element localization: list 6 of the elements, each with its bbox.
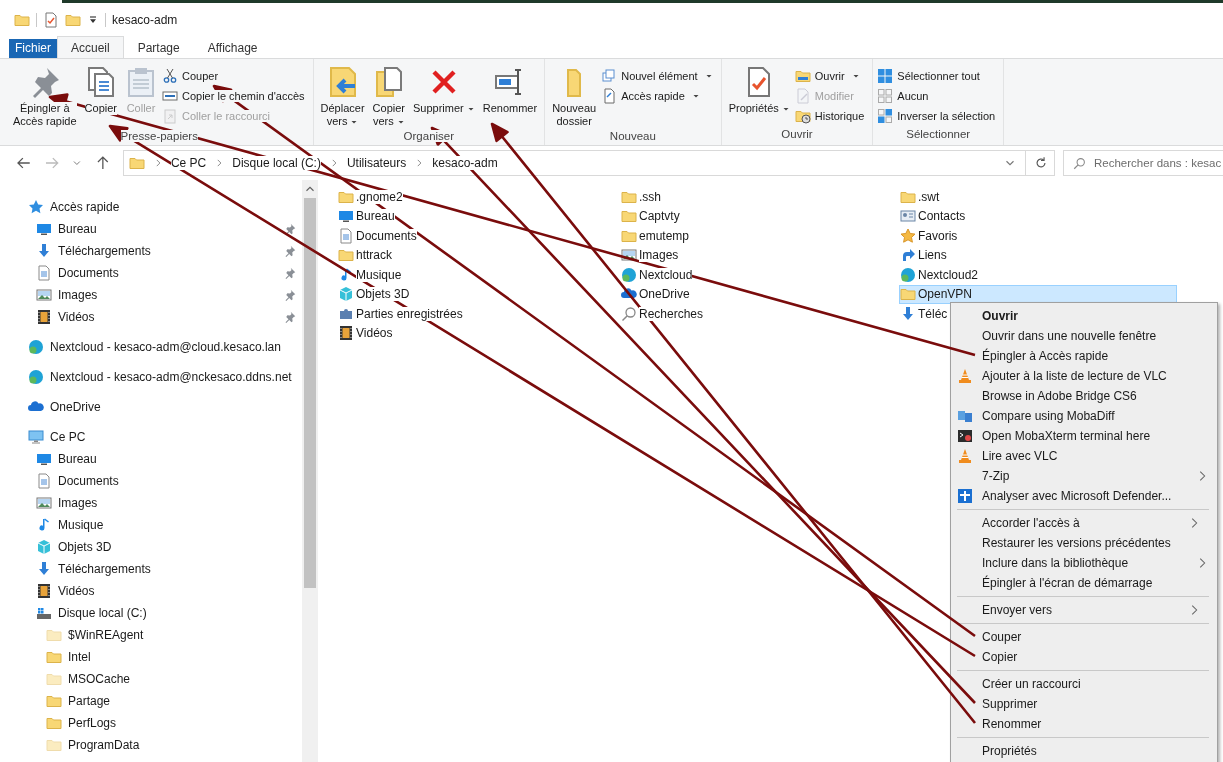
group-label: Organiser (403, 130, 455, 142)
window-title: kesaco-adm (112, 12, 178, 27)
group-label: Ouvrir (781, 128, 813, 140)
group-label: Sélectionner (906, 128, 971, 140)
group-label: Nouveau (609, 130, 656, 142)
group-label: Presse-papiers (120, 130, 198, 142)
